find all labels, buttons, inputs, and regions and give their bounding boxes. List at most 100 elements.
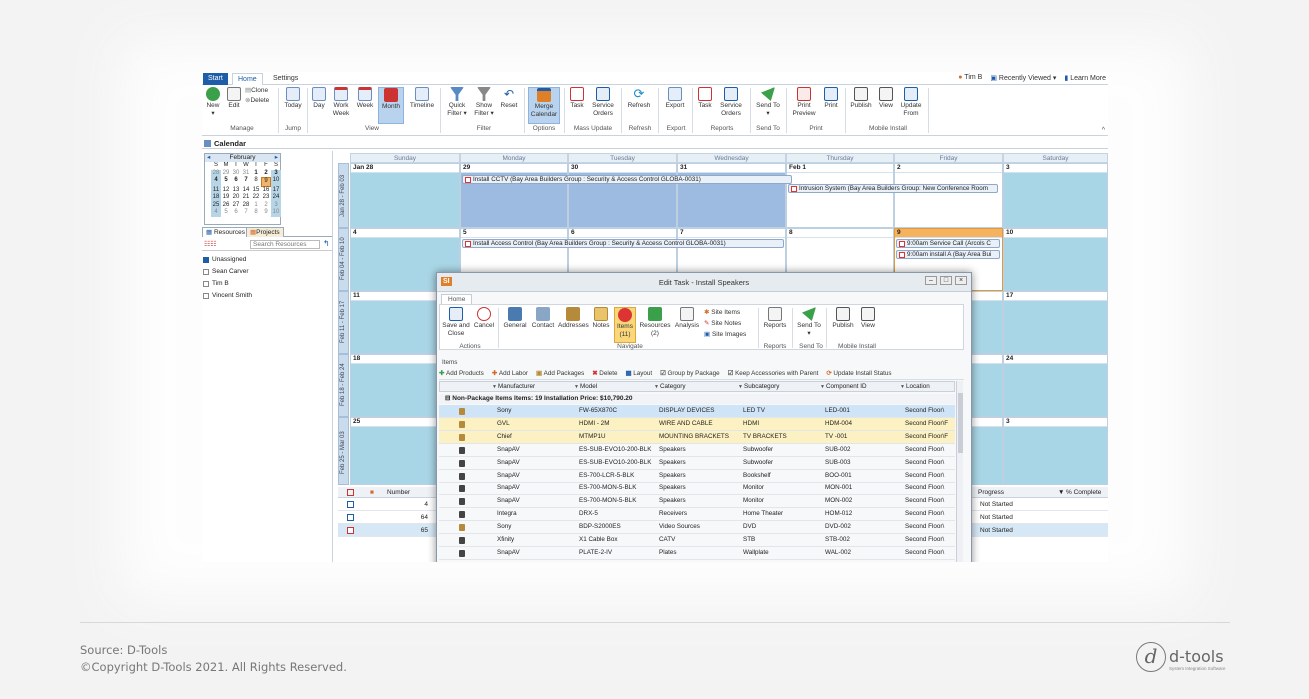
week-label[interactable]: Feb 25 - Mar 03 <box>338 417 349 485</box>
print-preview-button[interactable]: Print Preview <box>790 87 818 118</box>
mini-day[interactable]: 3 <box>271 201 281 209</box>
work-week-view-button[interactable]: Work Week <box>330 87 352 118</box>
week-label[interactable]: Feb 04 - Feb 10 <box>338 228 349 291</box>
mini-day[interactable]: 6 <box>231 177 241 187</box>
day-cell[interactable]: 2 <box>894 163 1003 228</box>
edit-button[interactable]: Edit <box>226 87 242 110</box>
item-row[interactable]: GVL HDMI - 2M WIRE AND CABLE HDMI HDM-004 Sec… <box>439 417 955 431</box>
item-row[interactable]: SnapAV PLATE-2-IV Plates Wallplate WAL-002 Se… <box>439 547 955 560</box>
reports-button[interactable]: Reports <box>762 307 788 330</box>
mini-day[interactable]: 31 <box>241 170 251 178</box>
col-complete[interactable]: % Complete <box>1066 487 1101 498</box>
minimize-button[interactable]: – <box>925 276 937 285</box>
mini-day[interactable]: 17 <box>271 186 281 194</box>
task-mass-button[interactable]: Task <box>568 87 586 110</box>
mini-day[interactable]: 26 <box>221 202 231 210</box>
mini-day[interactable]: 18 <box>211 194 221 202</box>
filter-options-icon[interactable]: ☷☷ <box>204 240 217 248</box>
mini-day[interactable]: 9 <box>261 177 271 187</box>
mini-day[interactable]: 1 <box>251 202 261 210</box>
reset-button[interactable]: ↶ Reset <box>499 87 519 110</box>
column-filter-icon[interactable]: ▼ <box>574 382 579 392</box>
addresses-button[interactable]: Addresses <box>558 307 589 330</box>
calendar-event[interactable]: Intrusion System (Bay Area Builders Grou… <box>788 184 998 193</box>
day-cell[interactable]: Jan 28 <box>350 163 460 228</box>
mini-day[interactable]: 28 <box>211 169 221 177</box>
resource-item[interactable]: Vincent Smith <box>202 290 332 302</box>
mini-day[interactable]: 22 <box>251 194 261 202</box>
items-col-header[interactable]: Category <box>660 382 686 392</box>
items-toolbar-button[interactable]: ✚ Add Products <box>439 370 484 377</box>
items-col-header[interactable]: Component ID <box>826 382 867 392</box>
calendar-event[interactable]: Install CCTV (Bay Area Builders Group : … <box>462 175 792 184</box>
mini-day[interactable]: 5 <box>221 177 231 187</box>
items-scrollbar[interactable] <box>956 381 963 562</box>
items-col-header[interactable]: Subcategory <box>744 382 779 392</box>
new-button[interactable]: New ▾ <box>205 87 221 118</box>
day-cell[interactable]: 24 <box>1003 354 1108 417</box>
task-report-button[interactable]: Task <box>696 87 714 110</box>
dialog-tab-home[interactable]: Home <box>441 294 473 304</box>
site-images-link[interactable]: ▣ Site Images <box>704 329 754 340</box>
notes-button[interactable]: Notes <box>591 307 611 330</box>
day-cell[interactable]: 3 <box>1003 163 1108 228</box>
select-all-checkbox[interactable] <box>347 489 354 496</box>
day-cell[interactable]: 10 <box>1003 228 1108 291</box>
item-row[interactable]: Sony BDP-S2000ES Video Sources DVD DVD-002 Se… <box>439 521 955 535</box>
tab-settings[interactable]: Settings <box>268 73 303 85</box>
resource-checkbox[interactable] <box>203 281 209 287</box>
column-filter-icon[interactable]: ▼ <box>900 382 905 392</box>
mini-day[interactable]: 23 <box>261 194 271 202</box>
user-menu[interactable]: ● Tim B <box>958 74 982 82</box>
mini-day[interactable]: 8 <box>251 177 261 187</box>
item-row[interactable]: Chief MTMP1U MOUNTING BRACKETS TV BRACKETS T… <box>439 430 955 444</box>
mini-day[interactable]: 15 <box>251 187 261 195</box>
items-toolbar-button[interactable]: ☑ Group by Package <box>660 370 720 377</box>
day-cell[interactable]: 17 <box>1003 291 1108 354</box>
resource-checkbox[interactable] <box>203 269 209 275</box>
column-filter-icon[interactable]: ▼ <box>738 382 743 392</box>
item-row[interactable]: SnapAV ES-SUB-EVO10-200-BLK Speakers Subwoo… <box>439 444 955 457</box>
col-progress[interactable]: Progress <box>978 487 1004 498</box>
week-label[interactable]: Feb 11 - Feb 17 <box>338 291 349 354</box>
column-filter-icon[interactable]: ▼ <box>820 382 825 392</box>
day-cell[interactable]: 29 <box>460 163 568 228</box>
week-view-button[interactable]: Week <box>354 87 376 110</box>
cancel-button[interactable]: Cancel <box>473 307 495 330</box>
items-toolbar-button[interactable]: ✖ Delete <box>592 370 617 377</box>
items-button[interactable]: Items (11) <box>614 307 636 343</box>
mini-day[interactable]: 25 <box>211 201 221 209</box>
mini-day[interactable]: 6 <box>231 209 241 217</box>
day-cell[interactable]: 3 <box>1003 417 1108 485</box>
resource-item[interactable]: Sean Carver <box>202 266 332 278</box>
mini-day[interactable]: 19 <box>221 194 231 202</box>
clone-button[interactable]: ▤Clone <box>245 87 275 95</box>
maximize-button[interactable]: □ <box>940 276 952 285</box>
mini-day[interactable]: 8 <box>251 209 261 217</box>
month-view-button[interactable]: Month <box>378 87 404 124</box>
day-cell[interactable]: 31 <box>677 163 786 228</box>
items-toolbar-button[interactable]: ⟳ Update Install Status <box>826 370 891 377</box>
item-row[interactable]: Integra DRX-5 Receivers Home Theater HOM-012… <box>439 508 955 522</box>
update-from-button[interactable]: Update From <box>898 87 924 118</box>
search-go-icon[interactable]: ↰ <box>323 239 330 248</box>
tab-resources[interactable]: ▦ Resources <box>202 227 250 237</box>
dialog-view-button[interactable]: View <box>859 307 877 330</box>
item-row[interactable]: SnapAV ES-700-LCR-5-BLK Speakers Bookshelf B… <box>439 470 955 483</box>
item-row[interactable]: Xfinity X1 Cable Box CATV STB STB-002 Second … <box>439 534 955 547</box>
tab-projects[interactable]: ▦Projects <box>246 227 284 237</box>
panel-divider[interactable] <box>332 151 333 562</box>
resource-item[interactable]: Tim B <box>202 278 332 290</box>
recently-viewed[interactable]: ▣ Recently Viewed ▾ <box>990 74 1056 82</box>
contact-button[interactable]: Contact <box>531 307 555 330</box>
task-row-checkbox[interactable] <box>347 514 354 521</box>
item-row[interactable]: Sony FW-65X870C DISPLAY DEVICES LED TV LED-0… <box>439 405 955 418</box>
week-label[interactable]: Feb 18 - Feb 24 <box>338 354 349 417</box>
resource-checkbox[interactable] <box>203 257 209 263</box>
mini-day[interactable]: 12 <box>221 187 231 195</box>
timeline-view-button[interactable]: Timeline <box>407 87 437 110</box>
general-button[interactable]: General <box>502 307 528 330</box>
items-toolbar-button[interactable]: ▦ Layout <box>625 370 652 377</box>
next-month-icon[interactable]: ▸ <box>275 154 278 162</box>
delete-button[interactable]: ⊗Delete <box>245 97 275 105</box>
